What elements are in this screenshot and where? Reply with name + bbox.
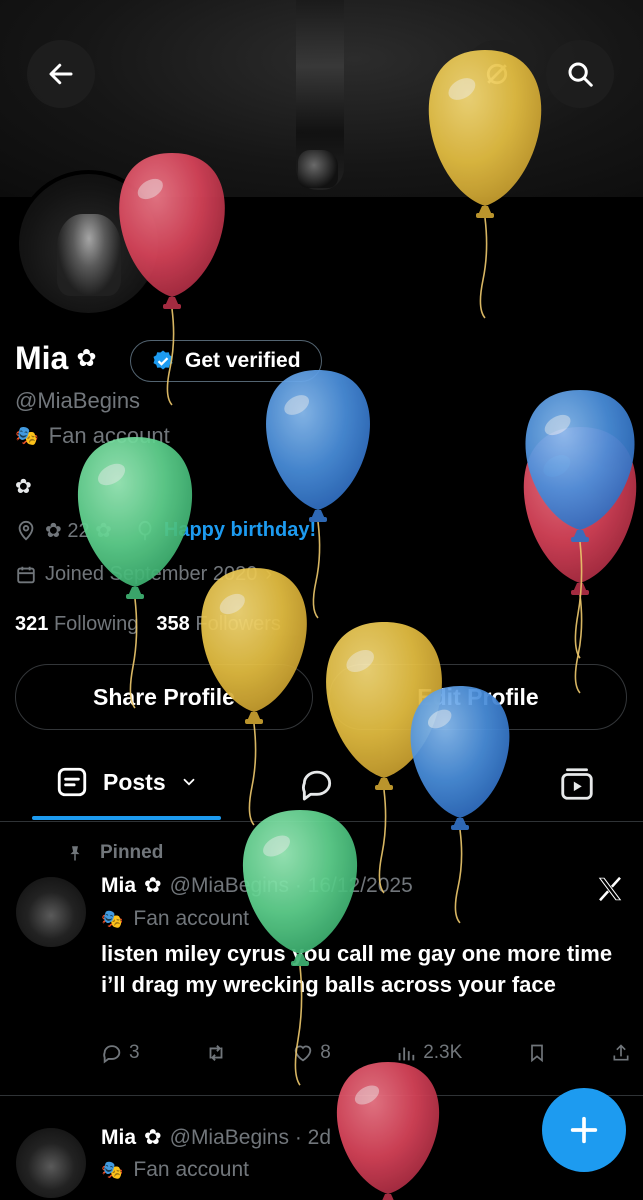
post-header: Mia ✿ @MiaBegins · 2d xyxy=(101,1125,332,1150)
chevron-right-icon: › xyxy=(265,563,273,585)
post-avatar[interactable] xyxy=(16,1128,86,1198)
profile-joined-row: Joined September 2020 › xyxy=(15,563,272,586)
tab-media[interactable] xyxy=(558,765,596,803)
post-subline: 🎭 Fan account xyxy=(101,1158,249,1181)
share-button[interactable] xyxy=(611,1042,631,1064)
balloon xyxy=(525,390,635,659)
theater-masks-icon: 🎭 xyxy=(101,1159,124,1180)
joined-date: Joined September 2020 xyxy=(45,563,258,585)
theater-masks-icon: 🎭 xyxy=(15,426,39,447)
followers-link[interactable]: 358 Followers xyxy=(156,613,281,636)
pinned-label: Pinned xyxy=(66,842,163,864)
plus-icon xyxy=(570,1116,598,1144)
location-pin-icon xyxy=(18,520,34,541)
balloon xyxy=(336,1062,440,1200)
repost-icon xyxy=(209,1045,223,1061)
profile-meta-row: ✿ 22 ✿ Happy birthday! xyxy=(15,518,316,543)
post-divider xyxy=(0,1095,643,1096)
x-logo-icon xyxy=(598,876,622,902)
link-off-icon xyxy=(486,63,508,85)
reply-button[interactable]: 3 xyxy=(101,1042,140,1064)
views-button[interactable]: 2.3K xyxy=(395,1042,462,1064)
share-profile-button[interactable]: Share Profile xyxy=(15,664,313,730)
search-button[interactable] xyxy=(546,40,614,108)
verified-badge-icon xyxy=(153,350,173,370)
like-button[interactable]: 8 xyxy=(292,1042,331,1064)
posts-icon xyxy=(57,767,87,797)
theater-masks-icon: 🎭 xyxy=(101,908,124,929)
back-button[interactable] xyxy=(27,40,95,108)
profile-location: ✿ 22 ✿ xyxy=(45,520,112,542)
views-chart-icon xyxy=(398,1047,415,1061)
follow-stats: 321 Following 358 Followers xyxy=(15,613,281,636)
banner-boot xyxy=(298,150,338,188)
profile-bio-flower: ✿ xyxy=(15,476,32,498)
balloon xyxy=(523,427,637,694)
edit-profile-button[interactable]: Edit Profile xyxy=(329,664,627,730)
repost-button[interactable] xyxy=(204,1042,228,1064)
balloon xyxy=(266,370,370,619)
more-button[interactable] xyxy=(463,40,531,108)
bookmark-icon xyxy=(530,1044,543,1063)
profile-avatar[interactable] xyxy=(15,170,162,317)
profile-bio-line: 🎭 Fan account xyxy=(15,423,170,448)
header-banner xyxy=(0,0,643,197)
chevron-down-icon xyxy=(183,778,195,786)
tab-active-indicator xyxy=(32,816,221,820)
post-handle-date: @MiaBegins · 2d xyxy=(169,1125,332,1149)
compose-button[interactable] xyxy=(542,1088,626,1172)
reply-icon xyxy=(103,1045,121,1064)
heart-icon xyxy=(295,1045,312,1062)
pin-icon xyxy=(70,846,80,861)
birthday-link[interactable]: Happy birthday! xyxy=(164,519,316,542)
post-header: Mia ✿ @MiaBegins · 16/12/2025 xyxy=(101,873,413,898)
following-link[interactable]: 321 Following xyxy=(15,613,138,636)
search-icon xyxy=(568,62,593,87)
post-avatar[interactable] xyxy=(16,877,86,947)
get-verified-button[interactable]: Get verified xyxy=(130,340,322,382)
balloon-icon xyxy=(138,520,152,540)
post-text: listen miley cyrus you call me gay one m… xyxy=(101,941,613,997)
share-icon xyxy=(613,1044,629,1061)
post-subline: 🎭 Fan account xyxy=(101,907,249,930)
profile-handle: @MiaBegins xyxy=(15,388,141,413)
tab-posts[interactable]: Posts xyxy=(55,765,198,799)
profile-name: Mia ✿ xyxy=(15,340,97,376)
bookmark-button[interactable] xyxy=(527,1042,547,1064)
post-actions: 3 8 2.3K xyxy=(101,1042,631,1064)
post-handle-date: @MiaBegins · 16/12/2025 xyxy=(169,873,413,897)
calendar-icon xyxy=(17,566,35,583)
tab-replies[interactable] xyxy=(298,765,336,803)
arrow-left-icon xyxy=(49,63,73,85)
